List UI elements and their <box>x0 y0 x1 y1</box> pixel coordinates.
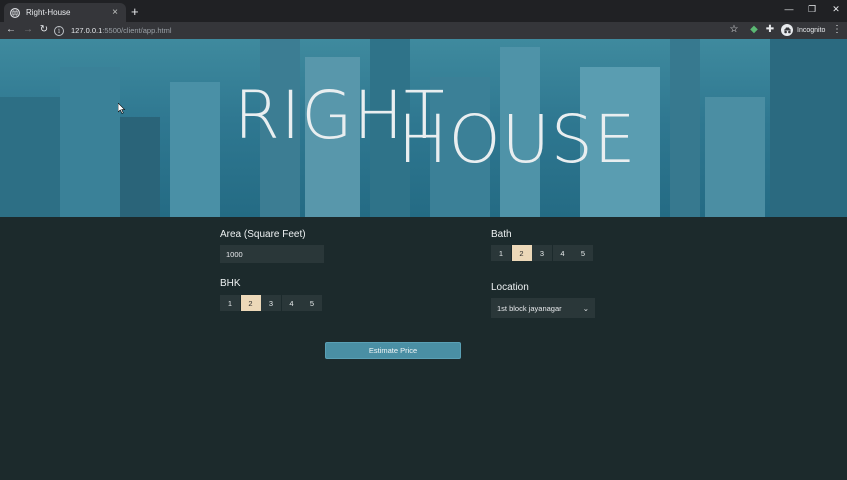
area-label: Area (Square Feet) <box>220 229 306 240</box>
restore-icon[interactable]: ❐ <box>806 4 818 14</box>
tab-title: Right-House <box>26 8 71 17</box>
bhk-label: BHK <box>220 278 241 289</box>
bhk-option-2[interactable]: 2 <box>240 295 261 311</box>
bhk-option-4[interactable]: 4 <box>281 295 302 311</box>
star-icon[interactable]: ☆ <box>728 24 740 36</box>
browser-toolbar: ← → ↻ i 127.0.0.1 :5500/client/app.html … <box>0 22 847 39</box>
area-input[interactable]: 1000 <box>220 245 324 263</box>
hero-logo: RIGHT HOUSE <box>0 39 847 217</box>
bhk-option-3[interactable]: 3 <box>261 295 281 311</box>
url-path: :5500/client/app.html <box>102 26 172 35</box>
puzzle-icon[interactable]: ✚ <box>764 24 776 36</box>
forward-icon[interactable]: → <box>22 24 34 36</box>
bath-label: Bath <box>491 229 512 240</box>
menu-icon[interactable]: ⋮ <box>831 24 843 36</box>
bath-option-3[interactable]: 3 <box>532 245 552 261</box>
hero-banner: RIGHT HOUSE <box>0 39 847 217</box>
location-label: Location <box>491 282 529 293</box>
globe-icon <box>10 7 20 18</box>
bath-option-2[interactable]: 2 <box>511 245 532 261</box>
hero-title-house: HOUSE <box>398 101 637 178</box>
bath-option-1[interactable]: 1 <box>491 245 511 261</box>
bhk-selector: 1 2 3 4 5 <box>220 295 323 311</box>
tab-strip: Right-House × + — ❐ ✕ <box>0 0 847 22</box>
browser-tab[interactable]: Right-House × <box>4 3 126 22</box>
bhk-option-5[interactable]: 5 <box>302 295 322 311</box>
info-icon[interactable]: i <box>54 25 64 36</box>
location-select[interactable]: 1st block jayanagar ⌄ <box>491 298 595 318</box>
new-tab-button[interactable]: + <box>131 5 139 18</box>
extension-icon[interactable]: ◆ <box>748 24 760 36</box>
address-bar[interactable]: i 127.0.0.1 :5500/client/app.html <box>54 23 720 38</box>
back-icon[interactable]: ← <box>5 24 17 36</box>
tab-close-icon[interactable]: × <box>110 7 120 18</box>
location-value: 1st block jayanagar <box>497 303 562 313</box>
mouse-cursor-icon <box>118 103 126 114</box>
chevron-down-icon: ⌄ <box>582 303 589 313</box>
estimate-price-button[interactable]: Estimate Price <box>325 342 461 359</box>
bath-option-5[interactable]: 5 <box>573 245 593 261</box>
incognito-icon <box>781 24 793 36</box>
reload-icon[interactable]: ↻ <box>38 24 50 36</box>
close-icon[interactable]: ✕ <box>830 4 842 14</box>
bath-selector: 1 2 3 4 5 <box>491 245 594 261</box>
incognito-profile[interactable]: Incognito <box>781 24 825 36</box>
incognito-label: Incognito <box>797 26 826 34</box>
bhk-option-1[interactable]: 1 <box>220 295 240 311</box>
minimize-icon[interactable]: — <box>783 4 795 14</box>
url-host: 127.0.0.1 <box>71 26 103 35</box>
bath-option-4[interactable]: 4 <box>552 245 573 261</box>
app-page: RIGHT HOUSE Area (Square Feet) 1000 BHK … <box>0 39 847 480</box>
